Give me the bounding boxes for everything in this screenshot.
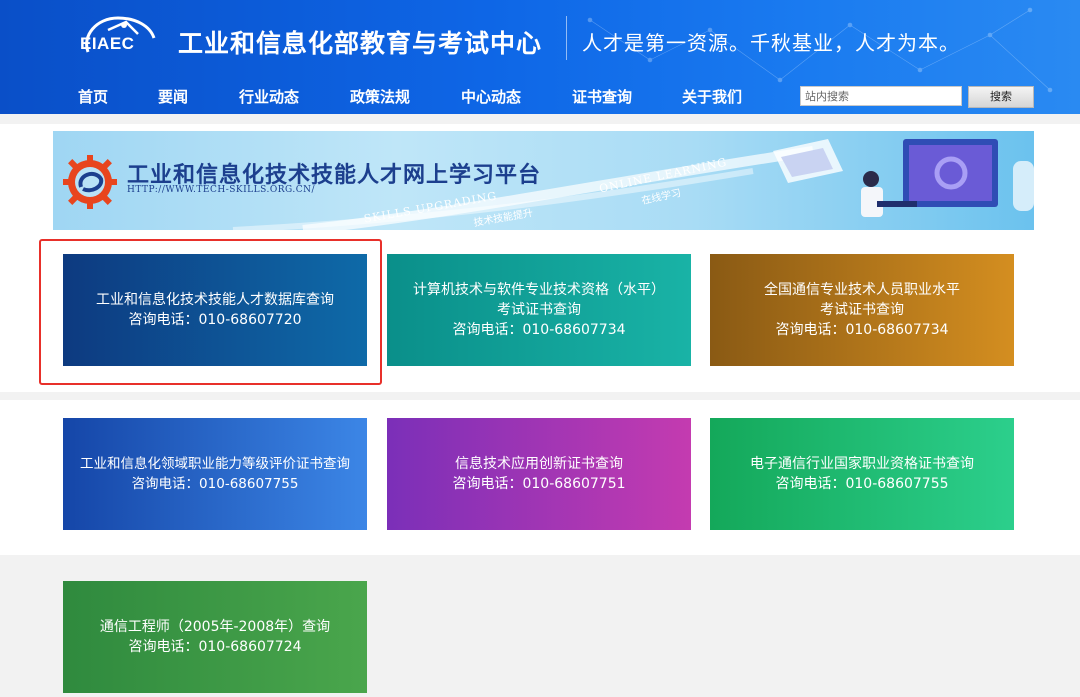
tile-title: 全国通信专业技术人员职业水平	[764, 282, 960, 298]
site-slogan: 人才是第一资源。千秋基业，人才为本。	[582, 31, 960, 55]
tile-telecom-professional-cert-query[interactable]: 全国通信专业技术人员职业水平 考试证书查询 咨询电话：010-68607734	[710, 254, 1014, 366]
tile-title: 电子通信行业国家职业资格证书查询	[750, 456, 974, 472]
nav-item-news[interactable]: 要闻	[158, 86, 188, 107]
tile-subtitle: 考试证书查询	[497, 302, 581, 318]
nav-item-certificate[interactable]: 证书查询	[572, 86, 632, 107]
tile-title: 工业和信息化技术技能人才数据库查询	[96, 292, 334, 308]
tile-phone: 咨询电话：010-68607720	[128, 312, 302, 328]
search-button[interactable]: 搜索	[968, 86, 1034, 108]
tile-title: 通信工程师（2005年-2008年）查询	[99, 619, 331, 635]
tile-phone: 咨询电话：010-68607734	[452, 322, 626, 338]
site-search-input[interactable]	[800, 86, 962, 106]
tile-talent-database-query[interactable]: 工业和信息化技术技能人才数据库查询 咨询电话：010-68607720	[63, 254, 367, 366]
tile-telecom-engineer-query[interactable]: 通信工程师（2005年-2008年）查询 咨询电话：010-68607724	[63, 581, 367, 693]
tile-subtitle: 考试证书查询	[820, 302, 904, 318]
tile-phone: 咨询电话：010-68607734	[775, 322, 949, 338]
nav-item-home[interactable]: 首页	[78, 86, 108, 107]
nav-item-center[interactable]: 中心动态	[461, 86, 521, 107]
tile-phone: 咨询电话：010-68607751	[452, 476, 626, 492]
tile-title: 计算机技术与软件专业技术资格（水平）	[413, 282, 665, 298]
tile-computer-software-cert-query[interactable]: 计算机技术与软件专业技术资格（水平） 考试证书查询 咨询电话：010-68607…	[387, 254, 691, 366]
tile-title: 工业和信息化领域职业能力等级评价证书查询	[80, 456, 350, 472]
nav-item-industry[interactable]: 行业动态	[239, 86, 299, 107]
site-title[interactable]: 工业和信息化部教育与考试中心	[178, 24, 542, 60]
tile-title: 信息技术应用创新证书查询	[455, 456, 623, 472]
logo-text: EIAEC	[80, 34, 135, 53]
nav-item-about[interactable]: 关于我们	[682, 86, 742, 107]
tile-it-innovation-cert-query[interactable]: 信息技术应用创新证书查询 咨询电话：010-68607751	[387, 418, 691, 530]
banner-url: HTTP://WWW.TECH-SKILLS.ORG.CN/	[127, 185, 316, 195]
tile-phone: 咨询电话：010-68607755	[131, 476, 299, 492]
tile-skill-level-cert-query[interactable]: 工业和信息化领域职业能力等级评价证书查询 咨询电话：010-68607755	[63, 418, 367, 530]
tile-phone: 咨询电话：010-68607724	[128, 639, 302, 655]
nav-item-policy[interactable]: 政策法规	[350, 86, 410, 107]
gear-logo-icon	[63, 155, 117, 209]
tile-electronic-telecom-cert-query[interactable]: 电子通信行业国家职业资格证书查询 咨询电话：010-68607755	[710, 418, 1014, 530]
tile-phone: 咨询电话：010-68607755	[775, 476, 949, 492]
learning-platform-banner[interactable]: 工业和信息化技术技能人才网上学习平台 HTTP://WWW.TECH-SKILL…	[53, 131, 1034, 230]
header-divider	[566, 16, 567, 60]
